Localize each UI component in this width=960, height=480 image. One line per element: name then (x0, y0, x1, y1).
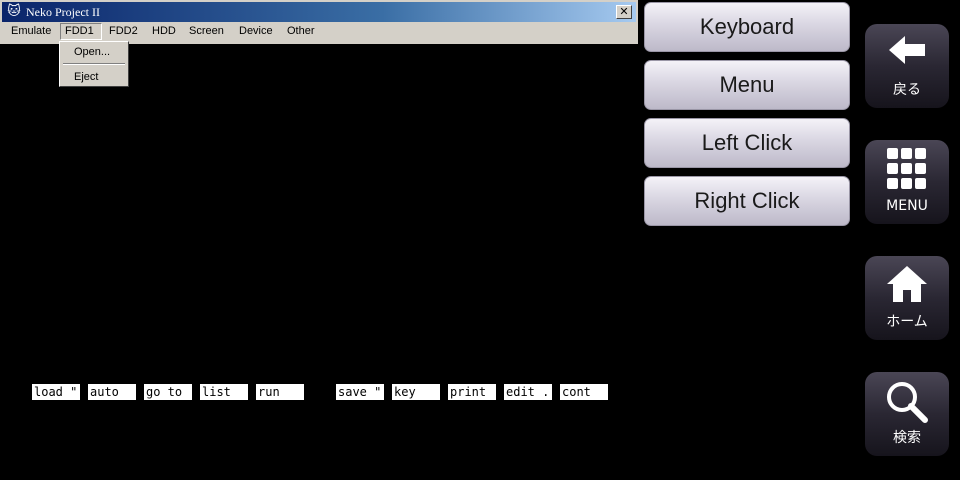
fkey-1: load " (32, 384, 80, 400)
fkey-5: run (256, 384, 304, 400)
menu-emulate[interactable]: Emulate (11, 23, 51, 40)
right-click-button[interactable]: Right Click (644, 176, 850, 226)
search-icon (887, 382, 928, 423)
search-label: 検索 (893, 430, 921, 446)
fkey-10: cont (560, 384, 608, 400)
menu-nav-button[interactable]: MENU (865, 140, 949, 224)
fkey-3: go to (144, 384, 192, 400)
grid-menu-icon (887, 148, 926, 189)
menu-button[interactable]: Menu (644, 60, 850, 110)
left-click-button[interactable]: Left Click (644, 118, 850, 168)
keyboard-button[interactable]: Keyboard (644, 2, 850, 52)
emulator-window: 🐱 Neko Project II ✕ Emulate FDD1 FDD2 HD… (0, 0, 638, 44)
menu-nav-label: MENU (886, 198, 928, 214)
menu-screen[interactable]: Screen (189, 23, 224, 40)
menu-other[interactable]: Other (287, 23, 315, 40)
fkey-4: list (200, 384, 248, 400)
home-label: ホーム (886, 314, 928, 330)
fkey-6: save " (336, 384, 384, 400)
menu-fdd2[interactable]: FDD2 (109, 23, 138, 40)
menu-hdd[interactable]: HDD (152, 23, 176, 40)
menu-separator (63, 63, 125, 65)
window-title: Neko Project II (26, 5, 100, 19)
cat-app-icon: 🐱 (7, 4, 21, 19)
search-button[interactable]: 検索 (865, 372, 949, 456)
fkey-9: edit . (504, 384, 552, 400)
back-arrow-icon (889, 36, 925, 64)
fkey-7: key (392, 384, 440, 400)
menu-device[interactable]: Device (239, 23, 273, 40)
title-bar: 🐱 Neko Project II ✕ (2, 2, 636, 22)
menu-bar: Emulate FDD1 FDD2 HDD Screen Device Othe… (2, 23, 636, 41)
fkey-8: print (448, 384, 496, 400)
close-button[interactable]: ✕ (616, 5, 632, 19)
fdd1-dropdown: Open... Eject (59, 41, 129, 87)
function-key-bar: load " auto go to list run save " key pr… (0, 384, 640, 400)
back-button[interactable]: 戻る (865, 24, 949, 108)
menu-item-eject[interactable]: Eject (74, 70, 98, 84)
home-icon (887, 266, 927, 302)
fkey-2: auto (88, 384, 136, 400)
back-label: 戻る (893, 82, 921, 98)
menu-item-open[interactable]: Open... (74, 45, 110, 59)
menu-fdd1[interactable]: FDD1 (60, 23, 102, 40)
home-button[interactable]: ホーム (865, 256, 949, 340)
